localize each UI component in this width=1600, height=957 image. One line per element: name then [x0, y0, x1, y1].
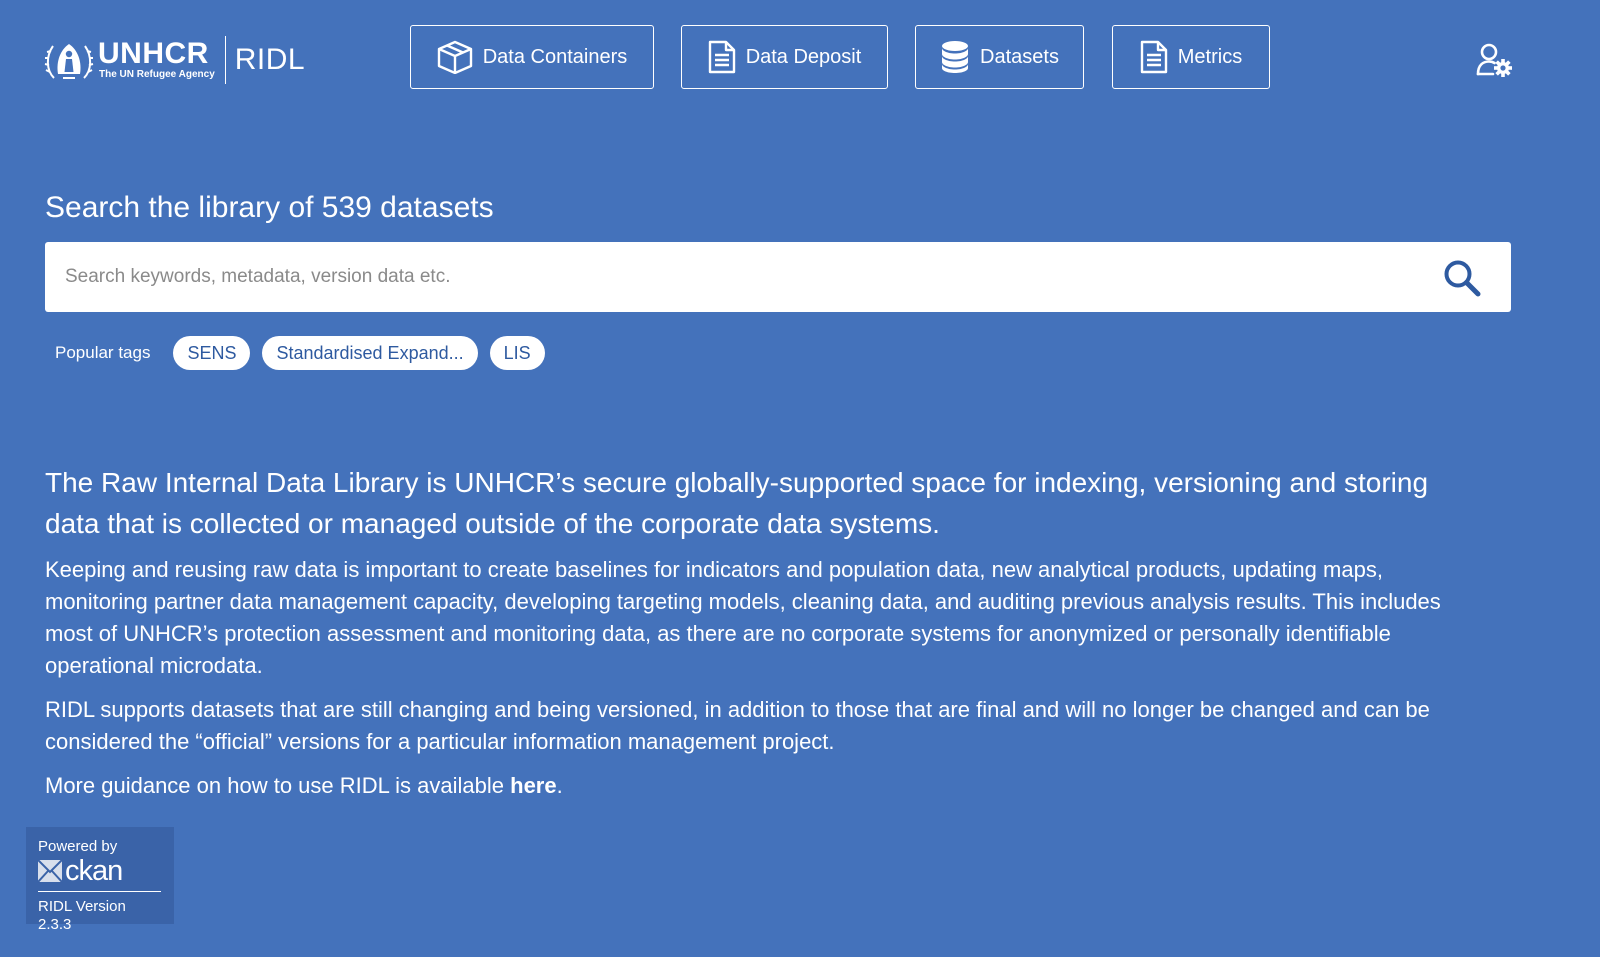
version-text: RIDL Version 2.3.3 — [38, 898, 126, 933]
guidance-link[interactable]: here — [510, 773, 556, 798]
powered-by-box: Powered by ckan RIDL Version 2.3.3 — [26, 827, 174, 933]
popular-tags-label: Popular tags — [55, 343, 151, 362]
guidance-paragraph: More guidance on how to use RIDL is avai… — [45, 770, 1485, 802]
guidance-text: More guidance on how to use RIDL is avai… — [45, 773, 511, 798]
nav-label: Metrics — [1177, 45, 1243, 68]
search-input[interactable] — [45, 242, 1425, 312]
popular-tags: Popular tags SENS Standardised Expand...… — [55, 336, 557, 370]
tag-lis[interactable]: LIS — [489, 336, 545, 370]
nav-data-deposit-button[interactable]: Data Deposit — [681, 25, 888, 89]
tag-standardised-expanded[interactable]: Standardised Expand... — [262, 336, 478, 370]
nav-label: Data Containers — [482, 45, 628, 68]
org-tagline: The UN Refugee Agency — [99, 69, 215, 80]
guidance-suffix: . — [556, 773, 563, 798]
database-icon — [942, 41, 969, 73]
box-icon — [437, 40, 472, 74]
document-icon — [708, 40, 735, 74]
search-title: Search the library of 539 datasets — [45, 191, 494, 224]
nav-datasets-button[interactable]: Datasets — [915, 25, 1084, 89]
footer-divider — [38, 891, 161, 892]
nav-label: Data Deposit — [745, 45, 862, 68]
intro-lead: The Raw Internal Data Library is UNHCR’s… — [45, 467, 1429, 539]
nav-label: Datasets — [980, 45, 1059, 68]
ckan-logo[interactable]: ckan — [38, 856, 162, 886]
nav-metrics-button[interactable]: Metrics — [1112, 25, 1270, 89]
document-icon — [1140, 40, 1167, 74]
logo-divider — [224, 36, 226, 84]
search-box — [45, 242, 1511, 312]
unhcr-emblem-icon — [44, 44, 94, 79]
intro-section: The Raw Internal Data Library is UNHCR’s… — [45, 462, 1485, 814]
ckan-wordmark: ckan — [65, 855, 123, 887]
powered-by-label: Powered by — [38, 838, 118, 855]
search-icon[interactable] — [1443, 259, 1483, 297]
intro-paragraph: RIDL supports datasets that are still ch… — [45, 697, 1430, 754]
nav-data-containers-button[interactable]: Data Containers — [410, 25, 654, 89]
ckan-icon — [38, 859, 62, 883]
intro-paragraph: Keeping and reusing raw data is importan… — [45, 557, 1441, 678]
org-name: UNHCR — [98, 37, 209, 70]
user-gear-icon[interactable] — [1476, 42, 1512, 78]
product-name: RIDL — [234, 43, 306, 76]
unhcr-logo[interactable]: UNHCR The UN Refugee Agency RIDL — [44, 34, 305, 86]
tag-sens[interactable]: SENS — [173, 336, 251, 370]
